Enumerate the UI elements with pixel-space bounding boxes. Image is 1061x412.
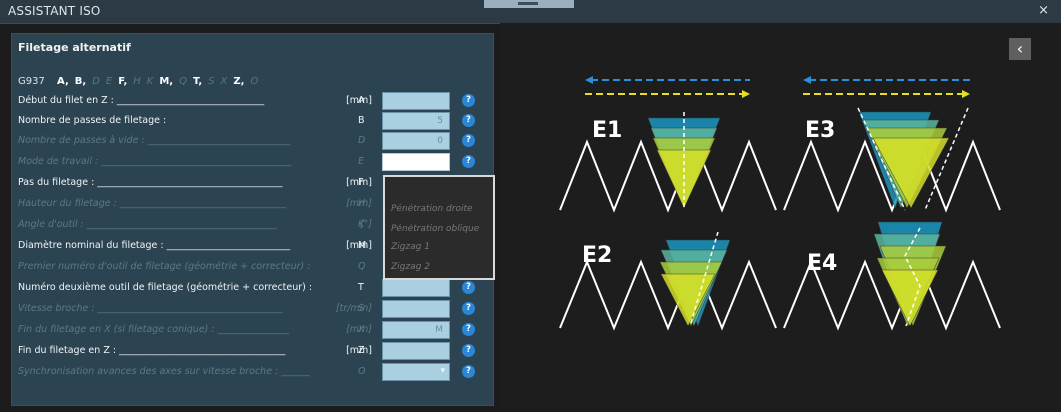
parameter-letter: K xyxy=(358,219,365,230)
parameter-label: Nombre de passes de filetage : xyxy=(18,115,167,126)
insert-layer xyxy=(881,269,939,327)
parameter-letter: F xyxy=(358,177,364,188)
gcode-letter: K xyxy=(146,76,154,87)
mode-label: E3 xyxy=(805,118,835,143)
parameter-label: Numéro deuxième outil de filetage (géomé… xyxy=(18,282,313,293)
parameter-dropdown[interactable] xyxy=(382,363,450,381)
parameter-row: Nombre de passes de filetage : B 5? xyxy=(12,111,493,131)
parameter-label: Fin du filetage en Z : _________________… xyxy=(18,345,286,356)
parameter-input[interactable] xyxy=(382,92,450,110)
parameter-input[interactable]: M xyxy=(382,321,450,339)
gcode-letter: H xyxy=(133,76,141,87)
parameter-row: Synchronisation avances des axes sur vit… xyxy=(12,362,493,382)
parameter-letter: S xyxy=(358,303,365,314)
parameter-row: Vitesse broche : _______________________… xyxy=(12,299,493,319)
parameter-row: Mode de travail : ______________________… xyxy=(12,152,493,172)
gcode-letter: T, xyxy=(192,76,203,87)
close-icon[interactable]: × xyxy=(1038,3,1049,18)
parameter-input[interactable] xyxy=(382,279,450,297)
parameter-label: Fin du filetage en X (si filetage coniqu… xyxy=(18,324,289,335)
help-icon[interactable]: ? xyxy=(462,114,475,127)
parameter-row: Fin du filetage en X (si filetage coniqu… xyxy=(12,320,493,340)
parameter-letter: T xyxy=(358,282,364,293)
gcode-prefix: G937 xyxy=(18,76,45,87)
parameter-row: Numéro deuxième outil de filetage (géomé… xyxy=(12,278,493,298)
mode-label: E2 xyxy=(582,243,612,268)
parameter-input[interactable]: 5 xyxy=(382,112,450,130)
gcode-letter: Q xyxy=(179,76,187,87)
gcode-letter: F, xyxy=(118,76,128,87)
gcode-letter: E xyxy=(105,76,113,87)
parameter-label: Pas du filetage : ______________________… xyxy=(18,177,283,188)
help-icon[interactable]: ? xyxy=(462,134,475,147)
parameter-row: Fin du filetage en Z : _________________… xyxy=(12,341,493,361)
parameter-label: Hauteur du filetage : __________________… xyxy=(18,198,287,209)
parameter-letter: M xyxy=(358,240,367,251)
parameter-letter: E xyxy=(358,156,365,167)
gcode-letter: O xyxy=(250,76,259,87)
parameter-input[interactable] xyxy=(382,342,450,360)
parameter-row: Nombre de passes à vide : ______________… xyxy=(12,131,493,151)
mode-label: E4 xyxy=(807,251,837,276)
parameter-input[interactable] xyxy=(382,300,450,318)
threading-modes-diagram: E1 E3 E2 E4 xyxy=(559,76,1001,331)
dropdown-option[interactable]: Zigzag 2 xyxy=(391,262,430,272)
parameter-letter: A xyxy=(358,95,365,106)
gcode-letter: S xyxy=(208,76,215,87)
help-icon[interactable]: ? xyxy=(462,94,475,107)
parameter-letter: Q xyxy=(358,261,366,272)
parameter-label: Début du filet en Z : __________________… xyxy=(18,95,265,106)
yellow-arrow-head xyxy=(742,90,750,98)
gcode-letter: A, xyxy=(57,76,69,87)
parameter-label: Angle d'outil : ________________________… xyxy=(18,219,277,230)
parameter-label: Diamètre nominal du filetage : _________… xyxy=(18,240,291,251)
panel-title: Filetage alternatif xyxy=(18,41,131,54)
dropdown-option[interactable]: Pénétration oblique xyxy=(391,224,479,234)
blue-arrow-head xyxy=(585,76,593,84)
gcode-letter: Z, xyxy=(233,76,245,87)
gcode-letter: X xyxy=(220,76,228,87)
gcode-letter: B, xyxy=(74,76,87,87)
help-icon[interactable]: ? xyxy=(462,323,475,336)
parameter-letter: X xyxy=(358,324,365,335)
threading-illustration: E1 E3 E2 E4 xyxy=(500,23,1061,408)
gcode-summary: G937 A, B, D E F, H K M, Q T, S X Z, O xyxy=(18,76,264,87)
blue-arrow-head xyxy=(803,76,811,84)
parameter-label: Vitesse broche : _______________________… xyxy=(18,303,283,314)
work-mode-dropdown-list: Pénétration droite Pénétration oblique Zig… xyxy=(383,175,495,280)
help-icon[interactable]: ? xyxy=(462,281,475,294)
mode-label: E1 xyxy=(592,118,622,143)
gcode-letter: D xyxy=(92,76,100,87)
parameter-input[interactable]: 0 xyxy=(382,132,450,150)
parameter-label: Synchronisation avances des axes sur vit… xyxy=(18,366,310,377)
help-icon[interactable]: ? xyxy=(462,365,475,378)
parameter-label: Nombre de passes à vide : ______________… xyxy=(18,135,291,146)
parameter-letter: D xyxy=(358,135,366,146)
parameter-row: Début du filet en Z : __________________… xyxy=(12,91,493,111)
back-chevron-icon[interactable]: ‹ xyxy=(1009,38,1031,60)
parameter-letter: O xyxy=(358,366,366,377)
parameter-label: Premier numéro d'outil de filetage (géom… xyxy=(18,261,311,272)
parameter-label: Mode de travail : ______________________… xyxy=(18,156,292,167)
gcode-letter: M, xyxy=(159,76,174,87)
title-bar: ASSISTANT ISO × xyxy=(0,0,1061,24)
parameter-letter: H xyxy=(358,198,366,209)
dropdown-option[interactable]: Zigzag 1 xyxy=(391,242,430,252)
window-drag-handle[interactable] xyxy=(484,0,574,8)
parameter-letter: B xyxy=(358,115,365,126)
parameter-input[interactable] xyxy=(382,153,450,171)
help-icon[interactable]: ? xyxy=(462,344,475,357)
window-title: ASSISTANT ISO xyxy=(8,4,101,18)
yellow-arrow-head xyxy=(962,90,970,98)
dropdown-option[interactable]: Pénétration droite xyxy=(391,204,473,214)
help-icon[interactable]: ? xyxy=(462,302,475,315)
parameter-letter: Z xyxy=(358,345,365,356)
help-icon[interactable]: ? xyxy=(462,155,475,168)
parameter-unit: [tr/min] xyxy=(335,303,372,314)
